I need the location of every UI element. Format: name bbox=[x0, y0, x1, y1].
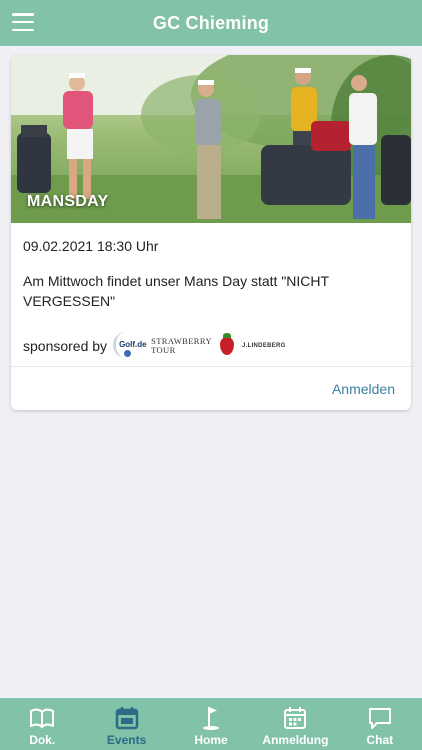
event-date: 09.02.2021 18:30 Uhr bbox=[23, 238, 159, 254]
calendar-icon bbox=[115, 707, 138, 730]
golf-de-logo: Golf.de bbox=[113, 332, 147, 360]
book-icon bbox=[30, 708, 55, 728]
card-divider bbox=[11, 366, 411, 367]
sponsored-by-label: sponsored by bbox=[23, 338, 108, 354]
tab-anmeldung-label: Anmeldung bbox=[262, 733, 329, 747]
tab-events-label: Events bbox=[106, 733, 147, 747]
sponsor-logos: Golf.de STRAWBERRY TOUR J.LINDEBERG bbox=[113, 332, 286, 360]
tab-chat-label: Chat bbox=[366, 733, 394, 747]
hamburger-menu-icon[interactable] bbox=[12, 13, 34, 31]
strawberry-tour-logo: STRAWBERRY TOUR bbox=[151, 336, 213, 355]
golf-flag-icon bbox=[203, 707, 220, 730]
tab-events[interactable]: Events bbox=[84, 698, 168, 750]
sponsor-row: sponsored by Golf.de STRAWBERRY TOUR J.L… bbox=[23, 331, 399, 361]
tab-home[interactable]: Home bbox=[169, 698, 253, 750]
tab-home-label: Home bbox=[194, 733, 228, 747]
bottom-tab-bar: Dok. Events Home Anmeldung Chat bbox=[0, 698, 422, 750]
tab-chat[interactable]: Chat bbox=[338, 698, 422, 750]
event-description: Am Mittwoch findet unser Mans Day statt … bbox=[23, 273, 329, 309]
event-card[interactable]: MANSDAY 09.02.2021 18:30 Uhr Am Mittwoch… bbox=[11, 55, 411, 410]
register-button[interactable]: Anmelden bbox=[332, 381, 395, 397]
chat-bubble-icon bbox=[368, 708, 391, 729]
strawberry-icon bbox=[220, 333, 235, 355]
event-card-body: 09.02.2021 18:30 Uhr Am Mittwoch findet … bbox=[11, 223, 411, 361]
j-lindeberg-logo: J.LINDEBERG bbox=[242, 343, 286, 349]
event-image-caption: MANSDAY bbox=[27, 193, 109, 210]
calendar-grid-icon bbox=[284, 707, 307, 729]
tab-dok[interactable]: Dok. bbox=[0, 698, 84, 750]
page-title: GC Chieming bbox=[152, 12, 270, 33]
tab-dok-label: Dok. bbox=[29, 733, 56, 747]
tab-anmeldung[interactable]: Anmeldung bbox=[253, 698, 337, 750]
app-header: GC Chieming bbox=[0, 0, 422, 46]
event-image: MANSDAY bbox=[11, 55, 411, 223]
